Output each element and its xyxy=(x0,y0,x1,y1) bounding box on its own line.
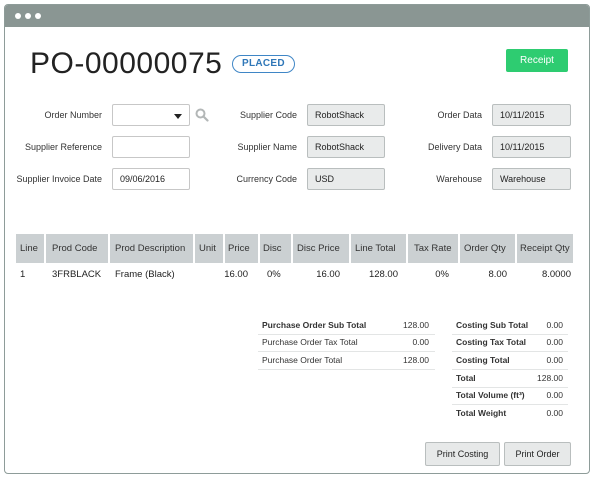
column-header-line-total[interactable]: Line Total xyxy=(351,234,406,263)
app-window: PO-00000075 PLACED Receipt Order Number … xyxy=(4,4,590,474)
po-tax-total-value: 0.00 xyxy=(412,337,429,347)
divider xyxy=(452,387,568,388)
total-volume-value: 0.00 xyxy=(546,390,563,400)
supplier-name-label: Supplier Name xyxy=(237,142,297,152)
order-number-select[interactable] xyxy=(112,104,190,126)
delivery-data-field: 10/11/2015 xyxy=(492,136,571,158)
column-header-receipt-qty[interactable]: Receipt Qty xyxy=(517,234,573,263)
costing-sub-total-value: 0.00 xyxy=(546,320,563,330)
costing-total-label: Costing Total xyxy=(456,355,510,365)
cell-line-total: 128.00 xyxy=(368,269,398,280)
divider xyxy=(452,369,568,370)
supplier-invoice-date-field[interactable]: 09/06/2016 xyxy=(112,168,190,190)
divider xyxy=(258,369,435,370)
supplier-code-label: Supplier Code xyxy=(239,110,297,120)
warehouse-field: Warehouse xyxy=(492,168,571,190)
currency-code-label: Currency Code xyxy=(236,174,297,184)
cell-disc-price: 16.00 xyxy=(316,269,340,280)
po-total-label: Purchase Order Total xyxy=(262,355,343,365)
column-header-order-qty[interactable]: Order Qty xyxy=(460,234,515,263)
order-data-label: Order Data xyxy=(437,110,482,120)
costing-total-value: 0.00 xyxy=(546,355,563,365)
receipt-button[interactable]: Receipt xyxy=(506,49,568,72)
column-header-unit[interactable]: Unit xyxy=(195,234,223,263)
cell-tax-rate: 0% xyxy=(435,269,449,280)
divider xyxy=(258,334,435,335)
column-header-price[interactable]: Price xyxy=(225,234,258,263)
total-label: Total xyxy=(456,373,476,383)
costing-tax-total-value: 0.00 xyxy=(546,337,563,347)
delivery-data-label: Delivery Data xyxy=(427,142,482,152)
po-total-value: 128.00 xyxy=(403,355,429,365)
window-dot-icon[interactable] xyxy=(35,13,41,19)
column-header-disc[interactable]: Disc xyxy=(260,234,291,263)
cell-order-qty: 8.00 xyxy=(488,269,508,280)
cell-disc: 0% xyxy=(267,269,281,280)
supplier-invoice-date-label: Supplier Invoice Date xyxy=(16,174,102,184)
order-number-label: Order Number xyxy=(44,110,102,120)
cell-receipt-qty: 8.0000 xyxy=(541,269,571,280)
status-badge: PLACED xyxy=(232,55,295,73)
search-icon[interactable] xyxy=(195,108,209,122)
total-weight-label: Total Weight xyxy=(456,408,507,418)
po-sub-total-value: 128.00 xyxy=(403,320,429,330)
window-titlebar xyxy=(5,5,589,27)
supplier-name-field: RobotShack xyxy=(307,136,385,158)
column-header-prod-code[interactable]: Prod Code xyxy=(46,234,108,263)
cell-prod-code: 3FRBLACK xyxy=(52,269,102,280)
page-title: PO-00000075 xyxy=(30,47,223,80)
print-costing-button[interactable]: Print Costing xyxy=(425,442,500,466)
cell-prod-description: Frame (Black) xyxy=(115,269,175,280)
column-header-line[interactable]: Line xyxy=(16,234,44,263)
po-sub-total-label: Purchase Order Sub Total xyxy=(262,320,367,330)
po-tax-total-label: Purchase Order Tax Total xyxy=(262,337,358,347)
column-header-tax-rate[interactable]: Tax Rate xyxy=(408,234,458,263)
divider xyxy=(452,404,568,405)
order-data-field: 10/11/2015 xyxy=(492,104,571,126)
currency-code-field: USD xyxy=(307,168,385,190)
column-header-prod-description[interactable]: Prod Description xyxy=(110,234,193,263)
divider xyxy=(452,351,568,352)
column-header-disc-price[interactable]: Disc Price xyxy=(293,234,349,263)
cell-line: 1 xyxy=(20,269,26,280)
total-value: 128.00 xyxy=(537,373,563,383)
chevron-down-icon xyxy=(174,114,182,119)
total-weight-value: 0.00 xyxy=(546,408,563,418)
divider xyxy=(452,334,568,335)
window-dot-icon[interactable] xyxy=(25,13,31,19)
cell-price: 16.00 xyxy=(224,269,248,280)
warehouse-label: Warehouse xyxy=(436,174,482,184)
window-dot-icon[interactable] xyxy=(15,13,21,19)
print-order-button[interactable]: Print Order xyxy=(504,442,571,466)
supplier-reference-label: Supplier Reference xyxy=(24,142,102,152)
supplier-code-field: RobotShack xyxy=(307,104,385,126)
divider xyxy=(258,351,435,352)
supplier-reference-field[interactable] xyxy=(112,136,190,158)
